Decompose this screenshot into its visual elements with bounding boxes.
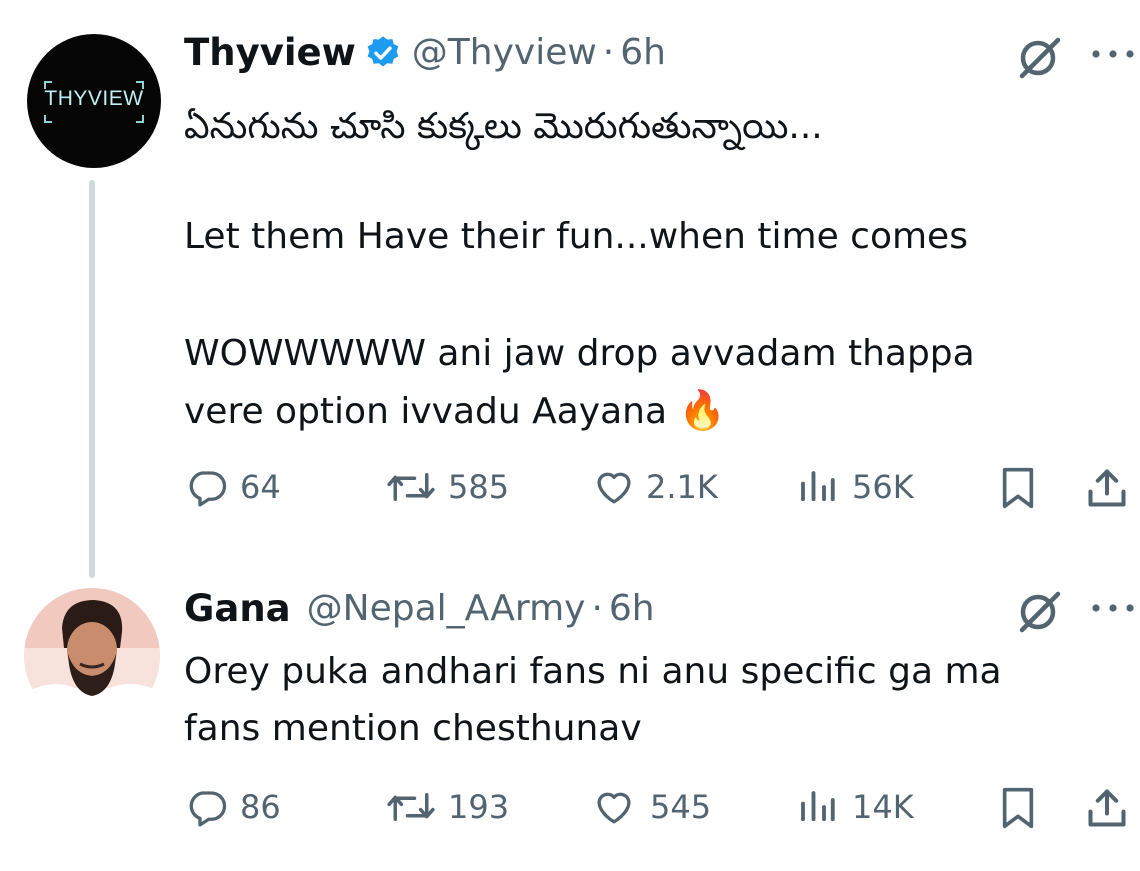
views-button[interactable]: 14K bbox=[796, 786, 914, 828]
share-icon[interactable] bbox=[1085, 786, 1129, 830]
reply-header: Gana @Nepal_AArmy · 6h bbox=[184, 588, 655, 630]
views-chart-icon bbox=[796, 466, 838, 508]
like-button[interactable]: 2.1K bbox=[592, 466, 718, 508]
user-handle[interactable]: @Nepal_AArmy bbox=[307, 588, 586, 630]
reply-icon bbox=[186, 466, 228, 508]
like-count: 2.1K bbox=[646, 468, 718, 506]
repost-button[interactable]: 585 bbox=[384, 466, 509, 508]
display-name[interactable]: Thyview bbox=[184, 32, 356, 74]
reply-text-line: Orey puka andhari fans ni anu specific g… bbox=[184, 651, 1002, 692]
repost-icon bbox=[384, 466, 438, 508]
logo-corner bbox=[44, 115, 52, 123]
views-button[interactable]: 56K bbox=[796, 466, 914, 508]
views-chart-icon bbox=[796, 786, 838, 828]
grok-icon[interactable] bbox=[1014, 591, 1064, 633]
reply-icon bbox=[186, 786, 228, 828]
separator-dot: · bbox=[602, 32, 615, 73]
tweet-text-telugu: ఏనుగును చూసి కుక్కలు మొరుగుతున్నాయి... bbox=[184, 106, 823, 147]
thread-connector-line bbox=[89, 180, 95, 578]
heart-icon bbox=[592, 466, 636, 508]
more-options-icon[interactable] bbox=[1089, 47, 1137, 61]
bookmark-icon[interactable] bbox=[998, 786, 1038, 830]
verified-badge-icon bbox=[364, 34, 402, 72]
tweet-text-line-content: vere option ivvadu Aayana bbox=[184, 391, 668, 432]
separator-dot: · bbox=[591, 588, 603, 629]
tweet-text-line: WOWWWWW ani jaw drop avvadam thappa bbox=[184, 333, 975, 374]
reply-button[interactable]: 86 bbox=[186, 786, 281, 828]
timestamp[interactable]: 6h bbox=[609, 588, 655, 630]
user-handle[interactable]: @Thyview bbox=[412, 32, 597, 74]
fire-emoji: 🔥 bbox=[678, 388, 726, 432]
repost-button[interactable]: 193 bbox=[384, 786, 509, 828]
view-count: 56K bbox=[852, 468, 914, 506]
heart-icon bbox=[592, 786, 636, 828]
tweet-header: Thyview @Thyview · 6h bbox=[184, 32, 666, 74]
like-button[interactable]: 545 bbox=[592, 786, 711, 828]
share-icon[interactable] bbox=[1085, 466, 1129, 510]
avatar-logo-text: THYVIEW bbox=[44, 87, 144, 110]
avatar-gana[interactable] bbox=[24, 588, 160, 724]
timestamp[interactable]: 6h bbox=[620, 32, 666, 74]
reply-count: 64 bbox=[240, 468, 281, 506]
repost-count: 193 bbox=[448, 788, 510, 826]
logo-corner bbox=[136, 115, 144, 123]
avatar-thyview[interactable]: THYVIEW bbox=[27, 34, 161, 168]
repost-icon bbox=[384, 786, 438, 828]
tweet-text-line: vere option ivvadu Aayana 🔥 bbox=[184, 382, 726, 440]
view-count: 14K bbox=[852, 788, 914, 826]
repost-count: 585 bbox=[448, 468, 510, 506]
tweet-text-line: Let them Have their fun...when time come… bbox=[184, 216, 968, 257]
display-name[interactable]: Gana bbox=[184, 588, 291, 630]
reply-text-line: fans mention chesthunav bbox=[184, 708, 642, 749]
grok-icon[interactable] bbox=[1014, 37, 1064, 79]
like-count: 545 bbox=[650, 788, 712, 826]
reply-count: 86 bbox=[240, 788, 281, 826]
more-options-icon[interactable] bbox=[1089, 601, 1137, 615]
reply-button[interactable]: 64 bbox=[186, 466, 281, 508]
bookmark-icon[interactable] bbox=[998, 466, 1038, 510]
